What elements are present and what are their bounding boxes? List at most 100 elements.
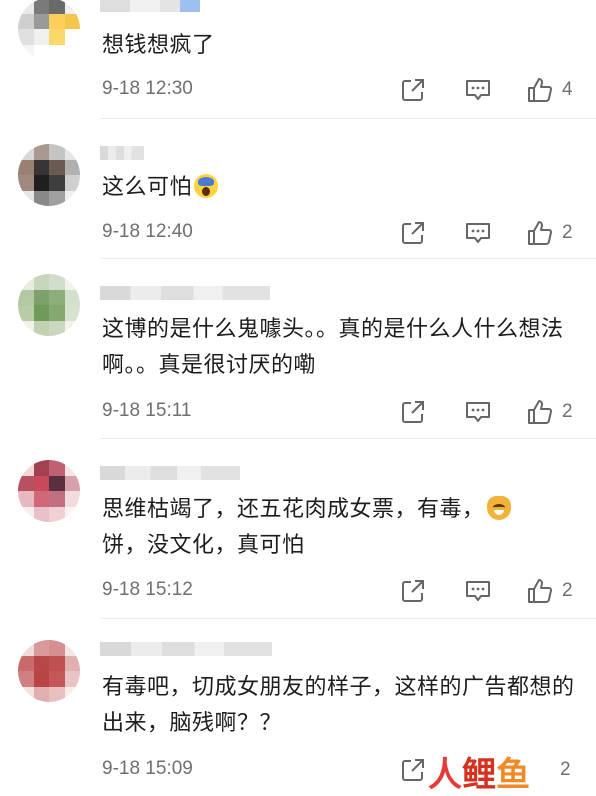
username-blurred[interactable]: [100, 466, 240, 480]
comment-text: 有毒吧，切成女朋友的样子，这样的广告都想的出来，脑残啊？？: [102, 675, 575, 736]
avatar-pixel: [33, 13, 49, 29]
avatar-pixel: [49, 44, 65, 60]
avatar-pixel: [49, 29, 65, 45]
avatar[interactable]: [18, 460, 80, 522]
share-button[interactable]: [400, 397, 426, 427]
share-icon: [402, 580, 424, 602]
avatar-pixel: [33, 655, 49, 671]
avatar-pixel: [18, 686, 34, 702]
avatar-pixel: [49, 686, 65, 702]
avatar-pixel: [64, 0, 80, 14]
like-button[interactable]: 2: [526, 218, 573, 248]
avatar-pixel: [64, 506, 80, 522]
avatar-pixel: [33, 460, 49, 476]
avatar-pixel: [18, 144, 34, 160]
avatar-pixel: [64, 475, 80, 491]
comment-time: 9-18 15:09: [102, 758, 193, 779]
username-blurred[interactable]: [100, 146, 144, 160]
share-button[interactable]: [400, 218, 426, 248]
reply-button[interactable]: [464, 218, 492, 248]
thumbs-up-icon: [528, 400, 553, 425]
like-button[interactable]: 2: [526, 397, 573, 427]
avatar-pixel: [18, 159, 34, 175]
avatar-pixel: [33, 475, 49, 491]
thumbs-up-icon: [528, 78, 553, 103]
avatar-pixel: [64, 460, 80, 476]
avatar-pixel: [64, 175, 80, 191]
share-button[interactable]: [400, 755, 426, 785]
comment-actions: 2: [400, 218, 580, 248]
comment-item: 思维枯竭了，还五花肉成女票，有毒， 饼，没文化，真可怕 9-18 15:12 2: [0, 440, 596, 620]
avatar-pixel: [49, 671, 65, 687]
avatar-pixel: [33, 144, 49, 160]
share-button[interactable]: [400, 576, 426, 606]
avatar[interactable]: [18, 0, 80, 60]
avatar-pixel: [64, 655, 80, 671]
avatar-pixel: [18, 320, 34, 336]
comment-time: 9-18 12:30: [102, 78, 193, 99]
avatar-pixel: [49, 655, 65, 671]
reply-button[interactable]: [464, 75, 492, 105]
avatar-pixel: [18, 13, 34, 29]
avatar-pixel: [18, 671, 34, 687]
comment-icon: [466, 581, 490, 601]
avatar-pixel: [33, 44, 49, 60]
avatar-pixel: [33, 29, 49, 45]
comment-icon: [466, 223, 490, 243]
avatar-pixel: [18, 44, 34, 60]
avatar-pixel: [64, 305, 80, 321]
avatar-pixel: [33, 671, 49, 687]
avatar[interactable]: [18, 144, 80, 206]
comment-actions: 2: [400, 576, 580, 606]
avatar-pixel: [18, 29, 34, 45]
avatar-pixel: [33, 686, 49, 702]
avatar-pixel: [33, 640, 49, 656]
avatar-pixel: [18, 305, 34, 321]
avatar-pixel: [33, 190, 49, 206]
thumbs-up-icon: [528, 579, 553, 604]
comment-time: 9-18 15:12: [102, 579, 193, 600]
avatar-pixel: [49, 460, 65, 476]
comment-icon: [466, 402, 490, 422]
like-button[interactable]: 2: [526, 755, 571, 785]
avatar-pixel: [49, 0, 65, 14]
avatar-pixel: [64, 13, 80, 29]
comment-actions: 4: [400, 75, 580, 105]
avatar-pixel: [49, 289, 65, 305]
avatar-pixel: [18, 640, 34, 656]
avatar-pixel: [18, 475, 34, 491]
username-blurred[interactable]: [100, 286, 270, 300]
avatar-pixel: [64, 190, 80, 206]
avatar-pixel: [33, 506, 49, 522]
avatar-pixel: [49, 144, 65, 160]
thumbs-up-icon: [528, 221, 553, 246]
avatar-pixel: [64, 686, 80, 702]
comment-text: 这博的是什么鬼噱头。。真的是什么人什么想法啊。。真是很讨厌的嘞: [102, 317, 564, 378]
like-count: 2: [562, 222, 573, 243]
divider: [100, 118, 596, 119]
share-button[interactable]: [400, 75, 426, 105]
avatar-pixel: [18, 460, 34, 476]
watermark-part: 人: [428, 754, 462, 795]
reply-button[interactable]: [464, 576, 492, 606]
avatar-pixel: [49, 640, 65, 656]
avatar-pixel: [64, 320, 80, 336]
avatar[interactable]: [18, 640, 80, 702]
like-button[interactable]: 4: [526, 75, 573, 105]
scream-emoji-icon: [194, 174, 219, 198]
avatar-pixel: [64, 640, 80, 656]
like-count: 4: [562, 79, 573, 100]
avatar-pixel: [18, 190, 34, 206]
avatar-pixel: [18, 289, 34, 305]
avatar-pixel: [64, 29, 80, 45]
comment-item: 这博的是什么鬼噱头。。真的是什么人什么想法啊。。真是很讨厌的嘞 9-18 15:…: [0, 260, 596, 440]
like-button[interactable]: 2: [526, 576, 573, 606]
reply-button[interactable]: [464, 397, 492, 427]
comment-item: 这么可怕 9-18 12:40 2: [0, 120, 596, 260]
avatar-pixel: [18, 491, 34, 507]
avatar-pixel: [49, 305, 65, 321]
cat-emoji-icon: [486, 496, 511, 520]
username-blurred[interactable]: [100, 642, 272, 656]
avatar[interactable]: [18, 274, 80, 336]
share-icon: [402, 79, 424, 101]
